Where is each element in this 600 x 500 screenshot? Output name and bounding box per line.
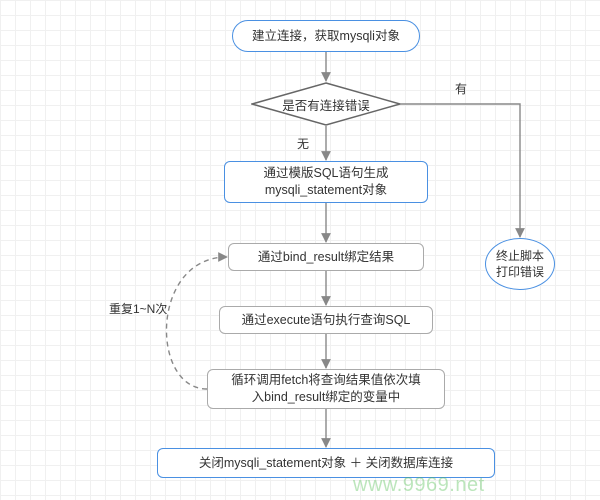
gen-stmt-label: 通过模版SQL语句生成 mysqli_statement对象 bbox=[263, 165, 388, 199]
bind-result-label: 通过bind_result绑定结果 bbox=[258, 249, 394, 266]
start-label: 建立连接，获取mysqli对象 bbox=[252, 28, 400, 45]
watermark: www.9969.net bbox=[353, 474, 485, 497]
terminate-label: 终止脚本 打印错误 bbox=[496, 248, 544, 280]
execute-node: 通过execute语句执行查询SQL bbox=[219, 306, 433, 334]
edge-no-label: 无 bbox=[297, 135, 309, 152]
execute-label: 通过execute语句执行查询SQL bbox=[242, 312, 411, 329]
start-node: 建立连接，获取mysqli对象 bbox=[232, 20, 420, 52]
decision-label: 是否有连接错误 bbox=[282, 95, 370, 114]
fetch-node: 循环调用fetch将查询结果值依次填 入bind_result绑定的变量中 bbox=[207, 369, 445, 409]
loop-label: 重复1~N次 bbox=[109, 300, 167, 317]
close-label: 关闭mysqli_statement对象 ＋ 关闭数据库连接 bbox=[199, 455, 453, 472]
terminate-node: 终止脚本 打印错误 bbox=[485, 238, 555, 290]
decision-node: 是否有连接错误 bbox=[251, 82, 401, 126]
edge-yes-label: 有 bbox=[455, 80, 467, 97]
fetch-label: 循环调用fetch将查询结果值依次填 入bind_result绑定的变量中 bbox=[231, 372, 421, 406]
bind-result-node: 通过bind_result绑定结果 bbox=[228, 243, 424, 271]
gen-stmt-node: 通过模版SQL语句生成 mysqli_statement对象 bbox=[224, 161, 428, 203]
